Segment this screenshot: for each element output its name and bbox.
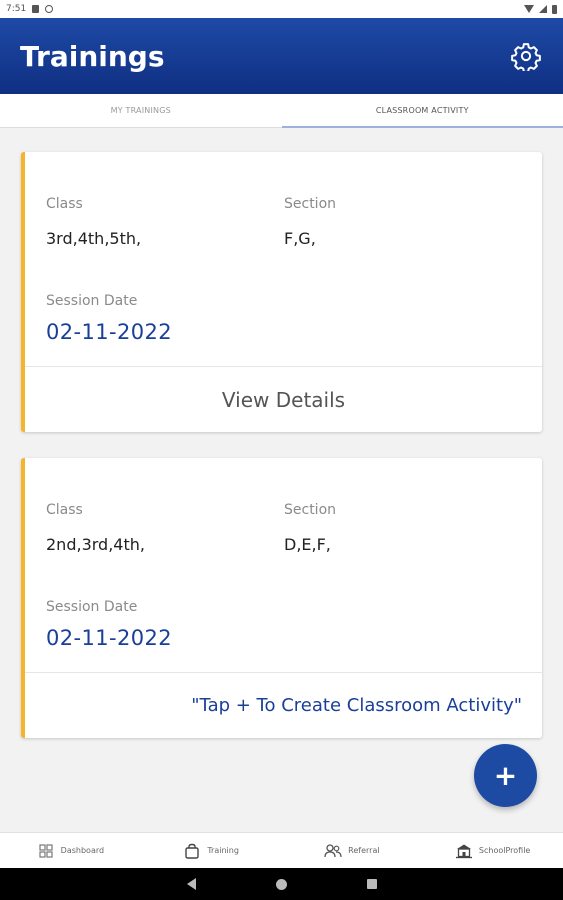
grid-icon bbox=[37, 842, 55, 860]
system-nav-bar bbox=[0, 868, 563, 900]
wifi-icon bbox=[524, 5, 534, 13]
sim-icon bbox=[32, 5, 40, 13]
nav-label: Dashboard bbox=[60, 846, 105, 855]
tab-bar: MY TRAININGS CLASSROOM ACTIVITY bbox=[0, 94, 563, 128]
nav-item-referral[interactable]: Referral bbox=[282, 833, 423, 868]
create-activity-hint: "Tap + To Create Classroom Activity" bbox=[191, 695, 522, 716]
school-icon bbox=[455, 842, 473, 860]
app-bar: Trainings bbox=[0, 18, 563, 94]
session-date-value: 02-11-2022 bbox=[46, 320, 173, 344]
session-date-label: Session Date bbox=[46, 293, 138, 309]
bag-icon bbox=[183, 842, 201, 860]
nav-label: Training bbox=[207, 846, 239, 855]
gear-icon bbox=[511, 43, 541, 71]
view-details-button[interactable]: View Details bbox=[25, 367, 542, 432]
people-icon bbox=[324, 842, 342, 860]
settings-button[interactable] bbox=[509, 39, 543, 73]
status-bar: 7:51 bbox=[0, 0, 563, 18]
bottom-nav: Dashboard Training Referral SchoolProfil… bbox=[0, 832, 563, 868]
session-date-value: 02-11-2022 bbox=[46, 626, 173, 650]
signal-icon bbox=[539, 5, 547, 13]
activity-card: Class 3rd,4th,5th, Section F,G, Session … bbox=[21, 152, 542, 432]
section-label: Section bbox=[284, 502, 337, 518]
class-label: Class bbox=[46, 502, 83, 518]
section-value: F,G, bbox=[284, 229, 316, 248]
section-label: Section bbox=[284, 196, 337, 212]
nav-item-school-profile[interactable]: SchoolProfile bbox=[422, 833, 563, 868]
class-value: 2nd,3rd,4th, bbox=[46, 535, 145, 554]
back-icon[interactable] bbox=[186, 878, 196, 890]
tab-classroom-activity[interactable]: CLASSROOM ACTIVITY bbox=[281, 94, 563, 128]
activity-card: Class 2nd,3rd,4th, Section D,E,F, Sessio… bbox=[21, 458, 542, 738]
session-date-label: Session Date bbox=[46, 599, 138, 615]
plus-icon: + bbox=[493, 758, 518, 792]
recents-icon[interactable] bbox=[366, 879, 377, 889]
page-title: Trainings bbox=[20, 39, 165, 73]
status-time: 7:51 bbox=[6, 4, 27, 14]
tab-my-trainings[interactable]: MY TRAININGS bbox=[0, 94, 282, 127]
nav-label: Referral bbox=[348, 846, 380, 855]
battery-icon bbox=[552, 4, 557, 14]
section-value: D,E,F, bbox=[284, 535, 331, 554]
class-label: Class bbox=[46, 196, 83, 212]
nav-item-training[interactable]: Training bbox=[141, 833, 282, 868]
notification-icon bbox=[45, 5, 54, 13]
nav-item-dashboard[interactable]: Dashboard bbox=[0, 833, 141, 868]
class-value: 3rd,4th,5th, bbox=[46, 229, 142, 248]
nav-label: SchoolProfile bbox=[478, 846, 531, 855]
home-icon[interactable] bbox=[275, 878, 287, 890]
add-activity-button[interactable]: + bbox=[474, 744, 537, 807]
